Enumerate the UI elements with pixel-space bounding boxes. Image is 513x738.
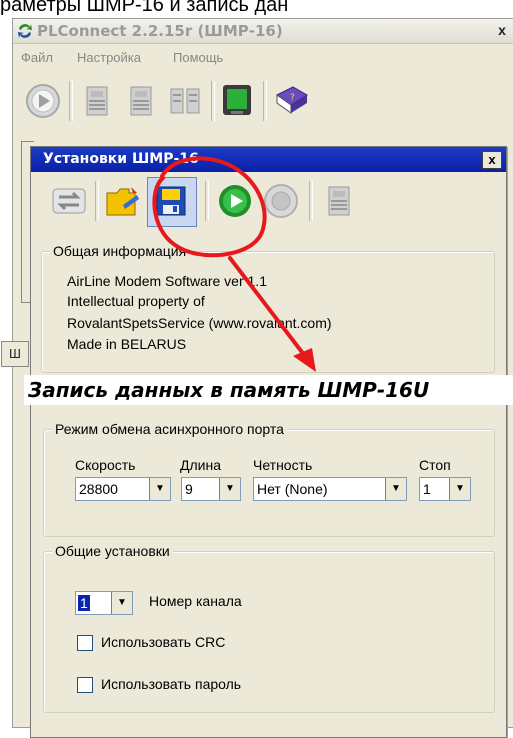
- swap-icon[interactable]: [49, 181, 89, 221]
- speed-value: 28800: [79, 481, 118, 497]
- stop-value: 1: [423, 481, 431, 497]
- toolbar-separator: [205, 181, 209, 221]
- info-line: Intellectual property of: [67, 293, 205, 309]
- channel-value: 1: [78, 595, 90, 611]
- settings-dialog: Установки ШМР-16 x Общая информация AirL…: [30, 146, 507, 738]
- device-read-icon[interactable]: [77, 81, 117, 121]
- info-line: RovalantSpetsService (www.rovalant.com): [67, 315, 332, 331]
- port-group-legend: Режим обмена асинхронного порта: [52, 421, 287, 437]
- dialog-toolbar: [37, 177, 500, 227]
- speed-select[interactable]: 28800 ▼: [75, 477, 171, 501]
- length-label: Длина: [180, 457, 221, 473]
- main-close-button[interactable]: x: [493, 22, 511, 39]
- main-title-bar: PLConnect 2.2.15r (ШМР-16) x: [13, 19, 513, 44]
- run-icon[interactable]: [215, 181, 255, 221]
- menu-help[interactable]: Помощь: [173, 50, 223, 65]
- chevron-down-icon[interactable]: ▼: [149, 478, 170, 500]
- menu-settings[interactable]: Настройка: [77, 50, 141, 65]
- main-toolbar: ?: [15, 73, 513, 127]
- chevron-down-icon[interactable]: ▼: [385, 478, 406, 500]
- status-tab[interactable]: Ш: [1, 341, 29, 367]
- annotation-caption: Запись данных в память ШМР-16U: [24, 375, 513, 405]
- dialog-title: Установки ШМР-16: [43, 151, 199, 167]
- channel-label: Номер канала: [149, 593, 242, 609]
- channel-select[interactable]: 1 ▼: [75, 591, 133, 615]
- stop-select[interactable]: 1 ▼: [419, 477, 471, 501]
- length-value: 9: [185, 481, 193, 497]
- toolbar-separator: [309, 181, 313, 221]
- help-book-icon[interactable]: ?: [271, 81, 311, 121]
- info-group-legend: Общая информация: [50, 243, 190, 259]
- toolbar-separator: [69, 81, 73, 121]
- toolbar-separator: [211, 81, 215, 121]
- connect-icon[interactable]: [23, 81, 63, 121]
- chevron-down-icon[interactable]: ▼: [449, 478, 470, 500]
- password-label: Использовать пароль: [101, 676, 242, 692]
- device-multi-icon[interactable]: [165, 81, 205, 121]
- info-line: Made in BELARUS: [67, 336, 187, 352]
- parity-select[interactable]: Нет (None) ▼: [253, 477, 407, 501]
- page-top-text: раметры ШМР-16 и запись дан: [0, 0, 289, 16]
- menubar: Файл Настройка Помощь: [13, 47, 513, 69]
- info-line: AirLine Modem Software ver 1.1: [67, 273, 267, 289]
- svg-text:?: ?: [290, 93, 295, 103]
- menu-file[interactable]: Файл: [21, 50, 53, 65]
- app-icon: [18, 24, 32, 38]
- length-select[interactable]: 9 ▼: [181, 477, 241, 501]
- parity-value: Нет (None): [257, 481, 328, 497]
- chevron-down-icon[interactable]: ▼: [219, 478, 240, 500]
- main-window-title: PLConnect 2.2.15r (ШМР-16): [37, 22, 283, 40]
- open-folder-icon[interactable]: [103, 181, 143, 221]
- stop-icon[interactable]: [261, 181, 301, 221]
- speed-label: Скорость: [75, 457, 136, 473]
- device-icon[interactable]: [319, 181, 359, 221]
- dialog-title-bar: Установки ШМР-16 x: [31, 147, 506, 172]
- crc-checkbox[interactable]: [77, 635, 93, 651]
- monitor-icon[interactable]: [217, 81, 257, 121]
- stop-label: Стоп: [419, 457, 451, 473]
- save-icon[interactable]: [151, 181, 191, 221]
- toolbar-separator: [95, 181, 99, 221]
- dialog-close-button[interactable]: x: [482, 151, 502, 169]
- parity-label: Четность: [253, 457, 313, 473]
- general-group-legend: Общие установки: [52, 543, 173, 559]
- password-checkbox[interactable]: [77, 677, 93, 693]
- crc-label: Использовать CRC: [101, 634, 226, 650]
- device-write-icon[interactable]: [121, 81, 161, 121]
- info-group: Общая информация: [41, 243, 495, 373]
- chevron-down-icon[interactable]: ▼: [111, 592, 132, 614]
- toolbar-separator: [263, 81, 267, 121]
